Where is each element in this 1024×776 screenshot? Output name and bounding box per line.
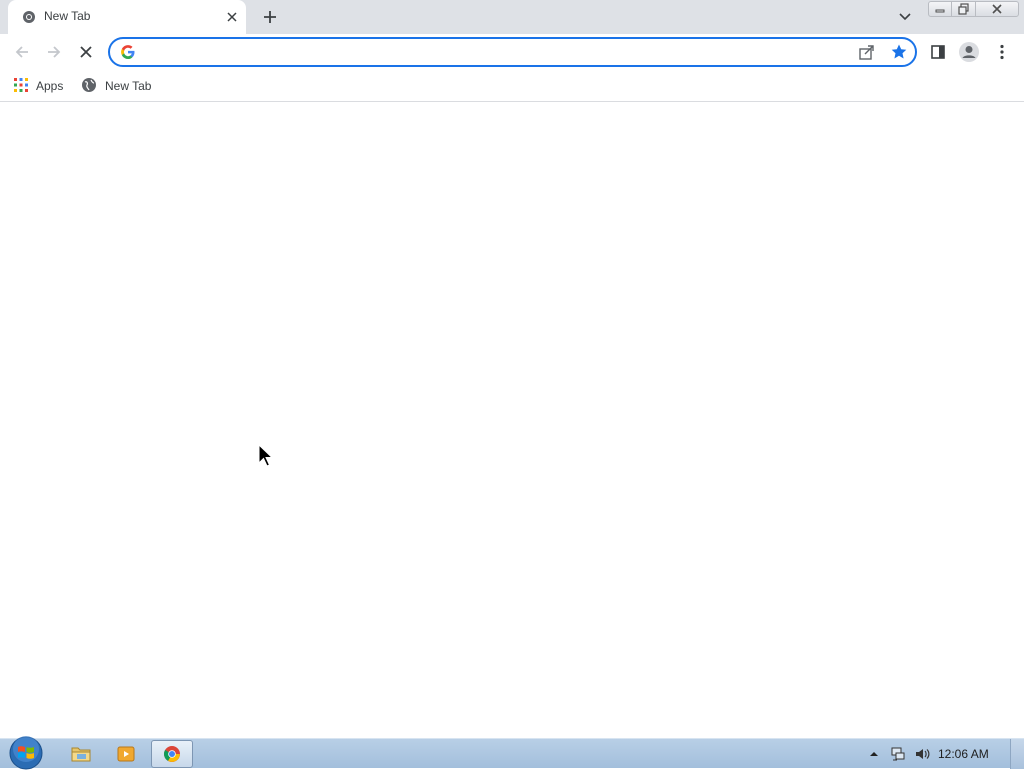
- forward-button[interactable]: [42, 40, 66, 64]
- volume-icon[interactable]: [914, 746, 930, 762]
- tray-up-arrow-icon[interactable]: [866, 746, 882, 762]
- bookmark-new-tab[interactable]: New Tab: [81, 76, 151, 96]
- address-bar[interactable]: [108, 37, 917, 67]
- tab-search-button[interactable]: [896, 8, 914, 26]
- profile-icon: [959, 42, 979, 62]
- network-icon[interactable]: [890, 746, 906, 762]
- side-panel-button[interactable]: [926, 40, 950, 64]
- close-button[interactable]: [975, 1, 1019, 17]
- google-g-icon: [120, 44, 136, 60]
- folder-icon: [71, 747, 91, 762]
- bookmark-apps[interactable]: Apps: [14, 76, 63, 96]
- start-button[interactable]: [6, 735, 46, 771]
- maximize-icon: [957, 3, 969, 15]
- show-desktop-button[interactable]: [1010, 739, 1024, 769]
- stop-button[interactable]: [74, 40, 98, 64]
- taskbar: 12:06 AM: [0, 735, 1024, 771]
- bookmark-label: Apps: [36, 79, 64, 93]
- tab-title: New Tab: [44, 9, 91, 23]
- clock[interactable]: 12:06 AM: [938, 747, 989, 761]
- bookmark-label: New Tab: [105, 79, 152, 93]
- tab-strip: New Tab: [0, 0, 1024, 34]
- apps-grid-icon: [14, 77, 28, 95]
- chevron-down-icon: [899, 13, 911, 21]
- menu-button[interactable]: [990, 40, 1014, 64]
- chrome-icon: [22, 10, 36, 24]
- forward-arrow-icon: [48, 46, 61, 58]
- minimize-icon: [935, 9, 945, 13]
- mouse-cursor-icon: [258, 444, 274, 467]
- browser-toolbar: [0, 34, 1024, 70]
- page-content[interactable]: [0, 103, 1024, 738]
- media-player-icon: [117, 746, 135, 762]
- side-panel-icon: [931, 45, 945, 59]
- profile-button[interactable]: [957, 40, 981, 64]
- taskbar-media-player[interactable]: [105, 740, 147, 768]
- tab-new-tab[interactable]: New Tab: [8, 0, 246, 34]
- plus-icon: [264, 11, 276, 23]
- taskbar-file-explorer[interactable]: [60, 740, 102, 768]
- close-icon: [992, 4, 1002, 14]
- share-icon[interactable]: [858, 43, 876, 61]
- minimize-button[interactable]: [928, 1, 952, 17]
- star-filled-icon[interactable]: [890, 43, 908, 61]
- back-button[interactable]: [10, 40, 34, 64]
- tab-close-icon[interactable]: [224, 9, 240, 25]
- chrome-icon: [164, 746, 180, 762]
- back-arrow-icon: [15, 46, 28, 58]
- address-input[interactable]: [144, 42, 844, 62]
- bookmarks-bar: Apps New Tab: [0, 70, 1024, 102]
- stop-loading-icon: [80, 46, 92, 58]
- windows-start-icon: [9, 736, 43, 770]
- kebab-menu-icon: [1000, 44, 1004, 60]
- globe-icon: [81, 77, 97, 96]
- taskbar-chrome[interactable]: [151, 740, 193, 768]
- new-tab-button[interactable]: [260, 7, 280, 27]
- maximize-button[interactable]: [951, 1, 976, 17]
